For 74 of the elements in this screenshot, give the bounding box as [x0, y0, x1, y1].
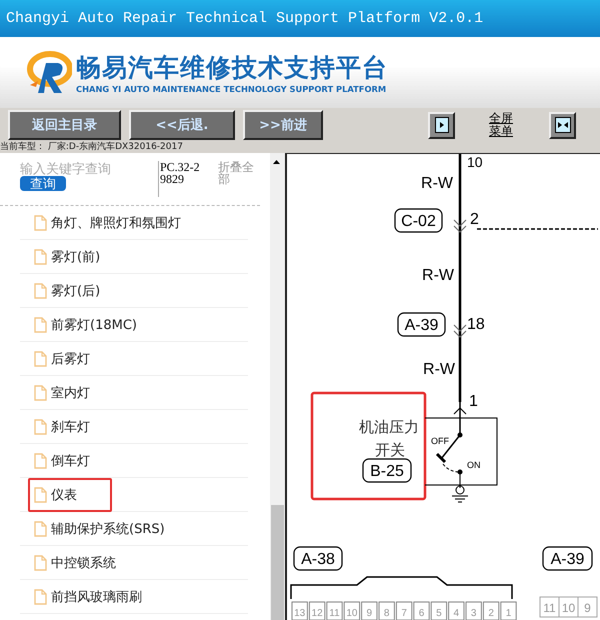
tree-item[interactable]: 辅助保护系统(SRS) — [28, 512, 173, 546]
document-icon — [34, 588, 47, 604]
component-label: 开关 — [375, 442, 405, 459]
wire-break-icon — [454, 220, 466, 233]
document-icon — [34, 418, 47, 434]
document-icon — [34, 452, 47, 468]
connector-pin: 6 — [413, 602, 430, 620]
connector-pin: 11 — [326, 602, 343, 620]
logo-subtitle: CHANG YI AUTO MAINTENANCE TECHNOLOGY SUPPORT PLATFORM — [76, 84, 388, 94]
document-icon — [34, 282, 47, 298]
connector-pin: 8 — [378, 602, 395, 620]
split-view-button[interactable] — [549, 112, 576, 138]
pin-label: 1 — [469, 393, 478, 410]
switch-label: ON — [467, 460, 480, 470]
connector-pin: 3 — [466, 602, 482, 620]
connector-pin: 9 — [361, 602, 378, 620]
nav-button[interactable]: >>前进 — [243, 110, 323, 140]
window-title: Changyi Auto Repair Technical Support Platform V2.0.1 — [6, 10, 484, 27]
logo-title: 畅易汽车维修技术支持平台 — [76, 52, 388, 84]
connector-tag: B-25 — [362, 458, 412, 483]
connector-pin: 5 — [430, 602, 448, 620]
connector-pin: 12 — [308, 602, 326, 620]
switch-label: OFF — [431, 436, 449, 446]
connector-pin: 10 — [344, 602, 360, 620]
document-icon — [34, 554, 47, 570]
connector-tag: A-39 — [397, 312, 446, 337]
search-button[interactable]: 查询 — [20, 176, 66, 191]
connector-pin: 11 — [540, 596, 560, 618]
connector-pin: 10 — [558, 596, 578, 618]
nav-button[interactable]: 返回主目录 — [8, 110, 121, 140]
expand-panel-button[interactable] — [428, 112, 455, 138]
scrollbar-thumb[interactable] — [271, 505, 284, 620]
tree-item[interactable]: 后雾灯 — [28, 342, 98, 376]
arrow-right-icon — [434, 117, 448, 133]
document-icon — [34, 350, 47, 366]
document-icon — [34, 486, 47, 502]
document-icon — [34, 316, 47, 332]
component-label: 机油压力 — [359, 419, 419, 436]
nav-button[interactable]: <<后退. — [129, 110, 235, 140]
wire-label: R-W — [422, 267, 454, 284]
arrows-inward-icon — [554, 117, 570, 133]
document-icon — [34, 214, 47, 230]
connector-pin: 9 — [578, 596, 598, 618]
tree-item[interactable]: 前挡风玻璃雨刷 — [28, 580, 150, 614]
document-icon — [34, 248, 47, 264]
tree-item[interactable]: 刹车灯 — [28, 410, 98, 444]
fullscreen-menu-link[interactable]: 全屏菜单 — [489, 112, 517, 138]
pin-label: 10 — [467, 154, 483, 170]
tree-item[interactable]: 前雾灯(18MC) — [28, 308, 145, 342]
connector-tag: A-38 — [293, 546, 343, 571]
wire-label: R-W — [423, 361, 455, 378]
tree-item[interactable]: 中控锁系统 — [28, 546, 124, 580]
document-code: PC.32-29829 — [158, 161, 204, 197]
pin-label: 2 — [470, 211, 479, 228]
connector-pin: 4 — [448, 602, 464, 620]
document-icon — [34, 520, 47, 536]
connector-pin: 2 — [482, 602, 500, 620]
connector-tag: C-02 — [394, 208, 443, 233]
connector-pin: 13 — [292, 602, 308, 620]
connector-tag: A-39 — [542, 546, 593, 571]
tree-item[interactable]: 雾灯(后) — [28, 274, 108, 308]
tree-item[interactable]: 仪表 — [28, 478, 112, 512]
document-icon — [34, 384, 47, 400]
pin-label: 18 — [467, 316, 485, 333]
wire-label: R-W — [421, 175, 453, 192]
tree-item[interactable]: 角灯、牌照灯和氛围灯 — [28, 206, 189, 240]
vehicle-info: 当前车型： 厂家:D-东南汽车DX32016-2017 — [0, 142, 600, 153]
wire-break-icon — [454, 324, 466, 338]
tree-item[interactable]: 雾灯(前) — [28, 240, 108, 274]
scrollbar[interactable] — [270, 153, 287, 620]
connector-pin: 1 — [500, 602, 517, 620]
tree-item[interactable]: 室内灯 — [28, 376, 98, 410]
connector-pin: 7 — [396, 602, 412, 620]
tree-item[interactable]: 倒车灯 — [28, 444, 98, 478]
